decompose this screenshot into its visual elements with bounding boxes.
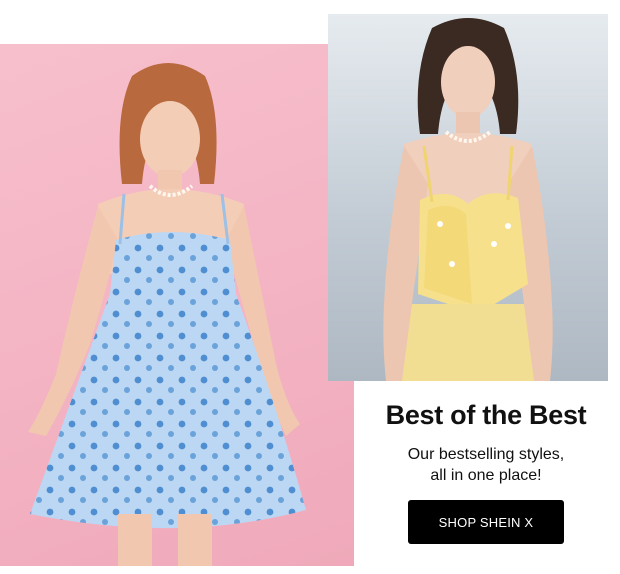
model-yellow-corset-illustration [383,18,553,381]
promo-subline-1: Our bestselling styles, [407,446,565,463]
model-blue-dress-illustration [28,63,306,566]
promo-subline-2: all in one place! [430,467,542,484]
promo-headline: Best of the Best [385,400,587,430]
model-blue-dress-photo[interactable] [0,44,354,566]
model-yellow-corset-photo[interactable] [328,14,608,381]
promo-subline: Our bestselling styles, all in one place… [366,444,606,486]
shop-shein-x-button[interactable]: SHOP SHEIN X [408,500,564,544]
